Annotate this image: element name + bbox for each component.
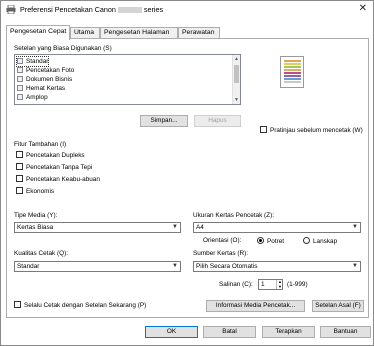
scroll-up-icon[interactable]: ▲ xyxy=(233,55,240,63)
paper-source-select[interactable]: Pilih Secara Otomatis ▼ xyxy=(193,261,361,272)
paper-source-label: Sumber Kertas (R): xyxy=(193,250,249,257)
printer-app-icon xyxy=(6,5,16,14)
paper-size-select[interactable]: A4 ▼ xyxy=(193,222,361,233)
document-icon xyxy=(17,76,23,83)
orientation-portrait-radio[interactable]: Potret xyxy=(257,236,284,246)
save-button[interactable]: Simpan... xyxy=(140,115,188,127)
window-title: Preferensi Pencetakan Canon series xyxy=(20,5,164,14)
ok-button[interactable]: OK xyxy=(145,326,198,338)
list-item[interactable]: Amplop xyxy=(17,93,48,102)
radio-circle[interactable] xyxy=(303,236,310,244)
list-item[interactable]: Hemat Kertas xyxy=(17,84,65,93)
chevron-down-icon: ▼ xyxy=(352,263,358,269)
additional-features-label: Fitur Tambahan (I) xyxy=(14,141,67,148)
list-item[interactable]: Pencetakan Foto xyxy=(17,66,74,75)
checkbox-box[interactable] xyxy=(14,300,21,308)
chevron-down-icon: ▼ xyxy=(352,224,358,230)
quick-setup-panel: Setelan yang Biasa Digunakan (S) Standar… xyxy=(6,38,369,318)
copies-range: (1-999) xyxy=(287,281,308,288)
economy-checkbox[interactable]: Ekonomis xyxy=(16,186,54,196)
copies-stepper[interactable]: 1 ▲ ▼ xyxy=(258,279,283,290)
media-type-select[interactable]: Kertas Biasa ▼ xyxy=(14,222,181,233)
duplex-printing-checkbox[interactable]: Pencetakan Dupleks xyxy=(16,150,85,160)
checkbox-box[interactable] xyxy=(260,125,267,133)
preview-content xyxy=(284,60,301,84)
checkbox-box[interactable] xyxy=(16,186,23,194)
scroll-down-icon[interactable]: ▼ xyxy=(233,96,240,104)
page-preview xyxy=(280,56,304,88)
apply-button[interactable]: Terapkan xyxy=(262,326,315,338)
common-settings-listbox[interactable]: Standar Pencetakan Foto Dokumen Bisnis H… xyxy=(14,54,241,105)
common-settings-label: Setelan yang Biasa Digunakan (S) xyxy=(14,45,112,52)
stepper-buttons: ▲ ▼ xyxy=(276,280,282,289)
grayscale-printing-checkbox[interactable]: Pencetakan Keabu-abuan xyxy=(16,174,100,184)
paper-size-label: Ukuran Kertas Pencetak (Z): xyxy=(193,212,274,219)
preview-before-print-checkbox[interactable]: Pratinjau sebelum mencetak (W) xyxy=(260,125,363,135)
media-type-label: Tipe Media (Y): xyxy=(14,212,58,219)
title-bar: Preferensi Pencetakan Canon series ✕ xyxy=(1,1,373,18)
printer-icon xyxy=(17,58,23,65)
defaults-button[interactable]: Setelan Asal (F) xyxy=(312,300,364,312)
checkbox-box[interactable] xyxy=(16,174,23,182)
list-item[interactable]: Dokumen Bisnis xyxy=(17,75,72,84)
printing-preferences-window: Preferensi Pencetakan Canon series ✕ Peng… xyxy=(0,0,374,346)
chevron-down-icon: ▼ xyxy=(172,263,178,269)
orientation-label: Orientasi (O): xyxy=(203,237,242,244)
decrement-icon[interactable]: ▼ xyxy=(277,285,283,289)
copies-label: Salinan (C): xyxy=(219,281,253,288)
radio-circle[interactable] xyxy=(257,236,264,244)
photo-icon xyxy=(17,67,23,74)
listbox-scrollbar[interactable]: ▲ ▼ xyxy=(232,55,240,104)
cancel-button[interactable]: Batal xyxy=(203,326,256,338)
paper-save-icon xyxy=(17,85,23,92)
checkbox-box[interactable] xyxy=(16,150,23,158)
close-icon[interactable]: ✕ xyxy=(359,3,367,15)
list-item[interactable]: Standar xyxy=(15,56,50,67)
copies-value[interactable]: 1 xyxy=(261,280,265,289)
print-quality-label: Kualitas Cetak (Q): xyxy=(14,250,68,257)
envelope-icon xyxy=(17,94,23,101)
always-print-current-settings-checkbox[interactable]: Selalu Cetak dengan Setelan Sekarang (P) xyxy=(14,300,146,310)
redacted-model-name xyxy=(117,7,142,14)
media-info-button[interactable]: Informasi Media Pencetak... xyxy=(206,300,305,312)
help-button[interactable]: Bantuan xyxy=(320,326,371,338)
scroll-thumb[interactable] xyxy=(234,65,239,83)
delete-button[interactable]: Hapus xyxy=(194,115,241,127)
orientation-landscape-radio[interactable]: Lanskap xyxy=(303,236,337,246)
chevron-down-icon: ▼ xyxy=(172,224,178,230)
checkbox-box[interactable] xyxy=(16,162,23,170)
print-quality-select[interactable]: Standar ▼ xyxy=(14,261,181,272)
borderless-printing-checkbox[interactable]: Pencetakan Tanpa Tepi xyxy=(16,162,92,172)
tab-quick-setup[interactable]: Pengesetan Cepat xyxy=(6,25,70,40)
additional-features-group: Pencetakan Dupleks Pencetakan Tanpa Tepi… xyxy=(14,149,139,201)
